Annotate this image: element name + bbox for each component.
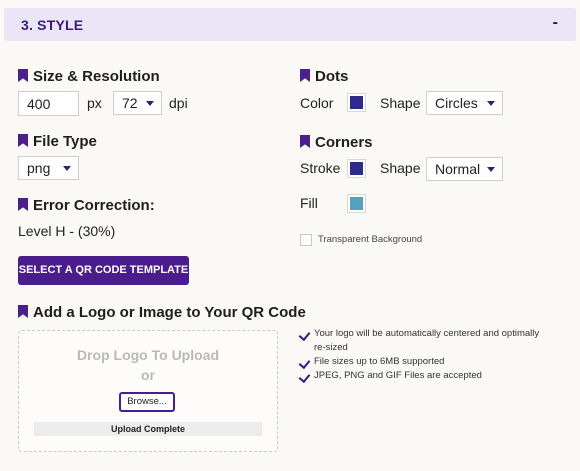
bookmark-icon (18, 305, 28, 318)
corners-shape-select[interactable]: Normal (426, 157, 503, 181)
file-type-select-value: png (27, 160, 51, 176)
size-input[interactable] (18, 91, 79, 116)
file-type-select[interactable]: png (18, 156, 79, 180)
style-section-header[interactable]: 3. STYLE - (4, 8, 576, 41)
corners-shape-label: Shape (380, 160, 421, 176)
corners-stroke-swatch[interactable] (347, 159, 366, 178)
dots-color-label: Color (300, 95, 334, 111)
corners-heading: Corners (300, 134, 373, 151)
select-template-button[interactable]: SELECT A QR CODE TEMPLATE (18, 256, 189, 285)
chevron-down-icon (487, 101, 495, 106)
corners-shape-select-value: Normal (435, 161, 481, 177)
info-text: JPEG, PNG and GIF Files are accepted (314, 370, 482, 381)
info-text: Your logo will be automatically centered… (314, 328, 540, 353)
dpi-unit-label: dpi (169, 95, 188, 111)
dots-shape-select-value: Circles (435, 95, 478, 111)
bookmark-icon (18, 134, 28, 147)
list-item: JPEG, PNG and GIF Files are accepted (298, 369, 550, 384)
dropzone-title: Drop Logo To Upload (76, 347, 220, 363)
logo-title: Add a Logo or Image to Your QR Code (33, 304, 306, 321)
corners-title: Corners (315, 134, 373, 151)
checkmark-icon (298, 328, 311, 342)
list-item: File sizes up to 6MB supported (298, 355, 550, 370)
corners-fill-color (350, 197, 363, 210)
dots-color-swatch[interactable] (347, 93, 366, 112)
checkmark-icon (298, 356, 311, 370)
list-item: Your logo will be automatically centered… (298, 327, 550, 355)
error-correction-heading: Error Correction: (18, 197, 155, 214)
dots-shape-label: Shape (380, 95, 421, 111)
logo-info-list: Your logo will be automatically centered… (298, 327, 550, 384)
size-unit-label: px (87, 95, 102, 111)
transparent-background-checkbox[interactable] (300, 234, 312, 246)
info-text: File sizes up to 6MB supported (314, 356, 445, 367)
browse-button[interactable]: Browse... (119, 392, 175, 412)
dpi-select[interactable]: 72 (113, 91, 162, 115)
dpi-select-value: 72 (122, 95, 138, 111)
dropzone-or: or (141, 367, 155, 383)
corners-fill-swatch[interactable] (347, 194, 366, 213)
chevron-down-icon (63, 166, 71, 171)
dots-color-fill (350, 96, 363, 109)
corners-fill-label: Fill (300, 195, 318, 211)
error-correction-title: Error Correction: (33, 197, 155, 214)
transparent-background-label: Transparent Background (318, 234, 423, 245)
error-correction-value: Level H - (30%) (18, 223, 116, 239)
collapse-toggle[interactable]: - (553, 14, 558, 32)
chevron-down-icon (146, 101, 154, 106)
checkmark-icon (298, 370, 311, 384)
chevron-down-icon (487, 167, 495, 172)
size-resolution-heading: Size & Resolution (18, 68, 160, 85)
dots-shape-select[interactable]: Circles (426, 91, 503, 115)
file-type-heading: File Type (18, 133, 97, 150)
dots-heading: Dots (300, 68, 348, 85)
corners-stroke-fill (350, 162, 363, 175)
bookmark-icon (300, 69, 310, 82)
bookmark-icon (300, 135, 310, 148)
logo-dropzone[interactable]: Drop Logo To Upload or Browse... Upload … (18, 330, 278, 452)
file-type-title: File Type (33, 133, 97, 150)
section-title: 3. STYLE (21, 17, 84, 33)
corners-stroke-label: Stroke (300, 160, 341, 176)
size-resolution-title: Size & Resolution (33, 68, 160, 85)
upload-status-bar: Upload Complete (34, 422, 262, 436)
logo-heading: Add a Logo or Image to Your QR Code (18, 304, 306, 321)
bookmark-icon (18, 69, 28, 82)
dots-title: Dots (315, 68, 349, 85)
bookmark-icon (18, 198, 28, 211)
